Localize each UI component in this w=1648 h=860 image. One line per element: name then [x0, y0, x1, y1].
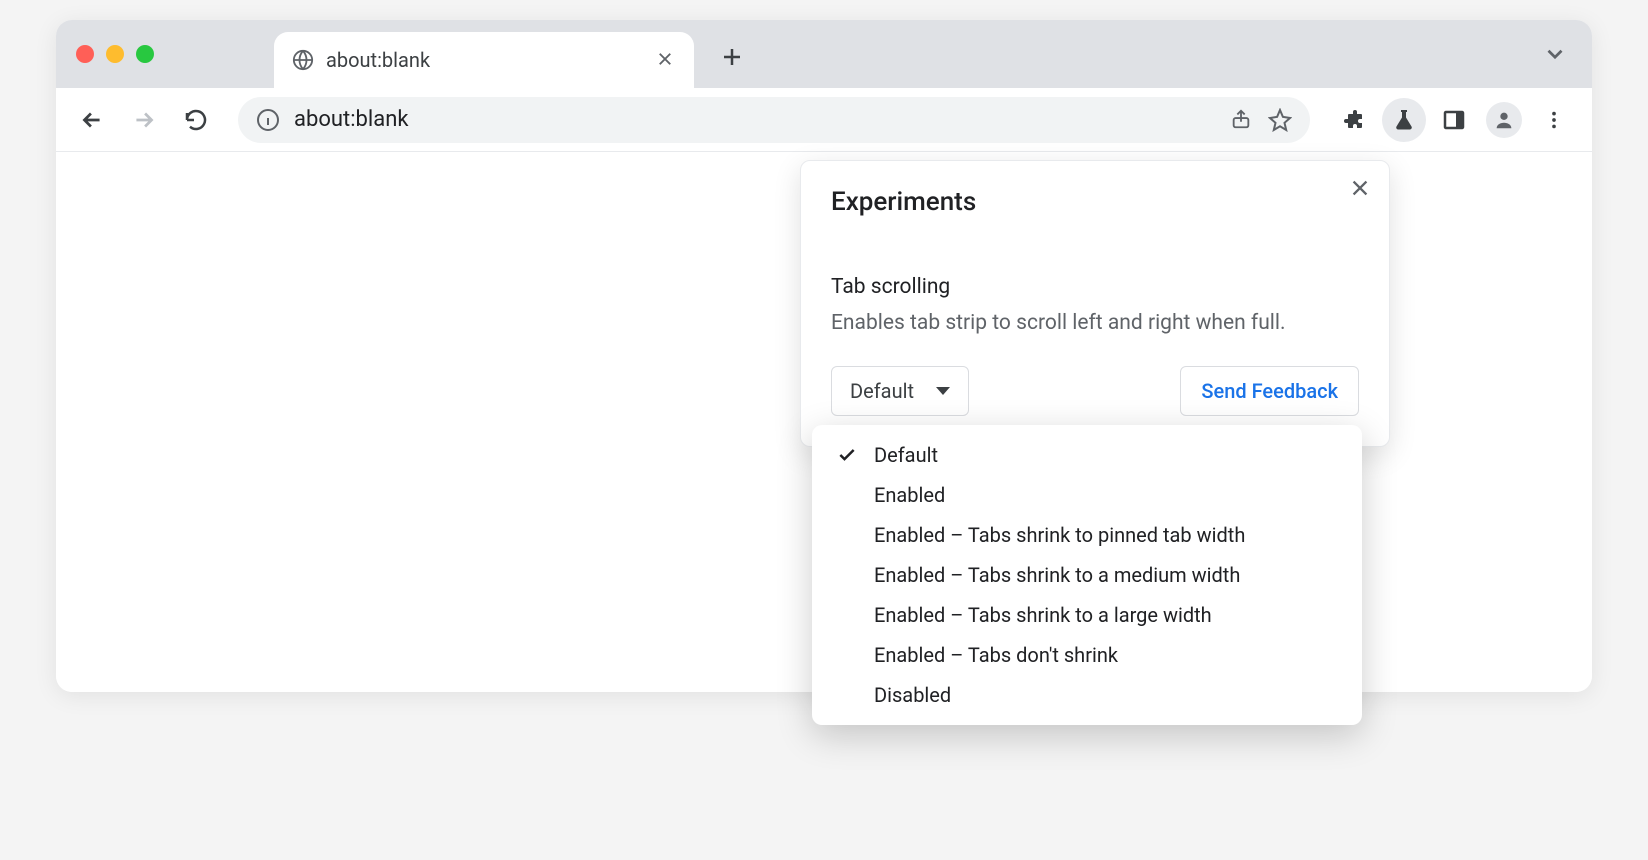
new-tab-button[interactable] [712, 37, 752, 77]
experiment-name: Tab scrolling [831, 275, 1359, 299]
toolbar: about:blank [56, 88, 1592, 152]
dropdown-option[interactable]: Default [812, 435, 1362, 475]
popover-title: Experiments [831, 187, 1359, 217]
extensions-icon[interactable] [1332, 98, 1376, 142]
reload-button[interactable] [176, 100, 216, 140]
side-panel-icon[interactable] [1432, 98, 1476, 142]
dropdown-option-label: Enabled – Tabs don't shrink [874, 643, 1118, 667]
tab-list-chevron-icon[interactable] [1542, 41, 1568, 67]
tab-title: about:blank [326, 48, 644, 72]
tab-strip: about:blank [56, 20, 1592, 88]
close-window-button[interactable] [76, 45, 94, 63]
dropdown-option[interactable]: Enabled – Tabs shrink to a large width [812, 595, 1362, 635]
site-info-icon[interactable] [256, 108, 280, 132]
url-text: about:blank [294, 107, 1216, 132]
send-feedback-button[interactable]: Send Feedback [1180, 366, 1359, 416]
globe-icon [292, 49, 314, 71]
dropdown-option[interactable]: Enabled – Tabs shrink to a medium width [812, 555, 1362, 595]
avatar-icon [1486, 102, 1522, 138]
dropdown-option[interactable]: Enabled – Tabs shrink to pinned tab widt… [812, 515, 1362, 555]
window-controls [76, 45, 154, 63]
dropdown-options-list: Default Enabled Enabled – Tabs shrink to p… [812, 425, 1362, 725]
dropdown-option-label: Enabled [874, 483, 945, 507]
experiment-controls: Default Send Feedback [831, 366, 1359, 416]
profile-avatar[interactable] [1482, 98, 1526, 142]
check-icon [834, 445, 860, 465]
toolbar-actions [1332, 98, 1576, 142]
experiment-dropdown[interactable]: Default [831, 366, 969, 416]
close-tab-icon[interactable] [656, 50, 676, 70]
dropdown-option-label: Enabled – Tabs shrink to a large width [874, 603, 1212, 627]
bookmark-star-icon[interactable] [1268, 108, 1292, 132]
experiment-description: Enables tab strip to scroll left and rig… [831, 309, 1359, 338]
dropdown-option-label: Disabled [874, 683, 951, 707]
dropdown-option-label: Default [874, 443, 938, 467]
kebab-menu-icon[interactable] [1532, 98, 1576, 142]
minimize-window-button[interactable] [106, 45, 124, 63]
dropdown-option[interactable]: Enabled – Tabs don't shrink [812, 635, 1362, 675]
dropdown-option-label: Enabled – Tabs shrink to pinned tab widt… [874, 523, 1245, 547]
back-button[interactable] [72, 100, 112, 140]
dropdown-option[interactable]: Disabled [812, 675, 1362, 715]
experiments-flask-icon[interactable] [1382, 98, 1426, 142]
dropdown-option[interactable]: Enabled [812, 475, 1362, 515]
fullscreen-window-button[interactable] [136, 45, 154, 63]
browser-tab[interactable]: about:blank [274, 32, 694, 88]
dropdown-option-label: Enabled – Tabs shrink to a medium width [874, 563, 1240, 587]
share-icon[interactable] [1230, 108, 1254, 132]
forward-button[interactable] [124, 100, 164, 140]
experiments-popover: Experiments Tab scrolling Enables tab st… [800, 160, 1390, 447]
address-bar[interactable]: about:blank [238, 97, 1310, 143]
dropdown-selected-label: Default [850, 379, 914, 403]
caret-down-icon [936, 387, 950, 395]
close-icon[interactable] [1349, 177, 1371, 199]
